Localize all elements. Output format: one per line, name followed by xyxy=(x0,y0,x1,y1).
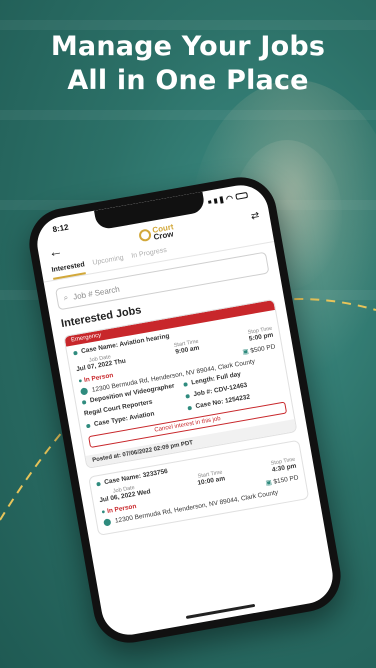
bullet-icon xyxy=(185,393,190,399)
person-icon: ● xyxy=(100,507,106,516)
wifi-icon: ◠ xyxy=(225,193,234,204)
tab-interested[interactable]: Interested xyxy=(51,261,87,280)
background-shelf xyxy=(0,20,376,30)
signal-icon xyxy=(207,199,212,204)
money-icon: ▣ xyxy=(265,479,273,488)
logo-icon xyxy=(138,228,153,243)
tab-upcoming[interactable]: Upcoming xyxy=(92,254,125,272)
headline-line-2: All in One Place xyxy=(67,65,309,96)
person-icon: ● xyxy=(77,376,83,385)
location-pin-icon: ⬤ xyxy=(102,518,112,527)
location-pin-icon: ⬤ xyxy=(79,387,89,396)
back-arrow-icon[interactable]: ← xyxy=(47,242,64,260)
filter-sliders-icon[interactable]: ⇄ xyxy=(250,210,260,222)
search-placeholder: Job # Search xyxy=(72,284,121,302)
bullet-icon xyxy=(187,405,192,410)
money-icon: ▣ xyxy=(242,348,250,357)
bullet-icon xyxy=(81,399,87,405)
signal-icon xyxy=(219,195,224,204)
signal-icon xyxy=(213,197,218,204)
bullet-icon xyxy=(73,350,78,355)
headline: Manage Your Jobs All in One Place xyxy=(0,30,376,98)
search-icon: ⌕ xyxy=(62,292,69,303)
bullet-icon xyxy=(85,423,91,428)
app-promo-screen: Manage Your Jobs All in One Place 8:12 ◠… xyxy=(0,0,376,668)
tab-in-progress[interactable]: In Progress xyxy=(131,247,169,266)
bullet-icon xyxy=(183,381,188,387)
status-icons: ◠ xyxy=(207,190,249,206)
home-indicator xyxy=(185,603,256,619)
battery-icon xyxy=(235,191,249,200)
headline-line-1: Manage Your Jobs xyxy=(50,31,326,62)
bullet-icon xyxy=(96,481,101,486)
status-time: 8:12 xyxy=(51,222,70,234)
